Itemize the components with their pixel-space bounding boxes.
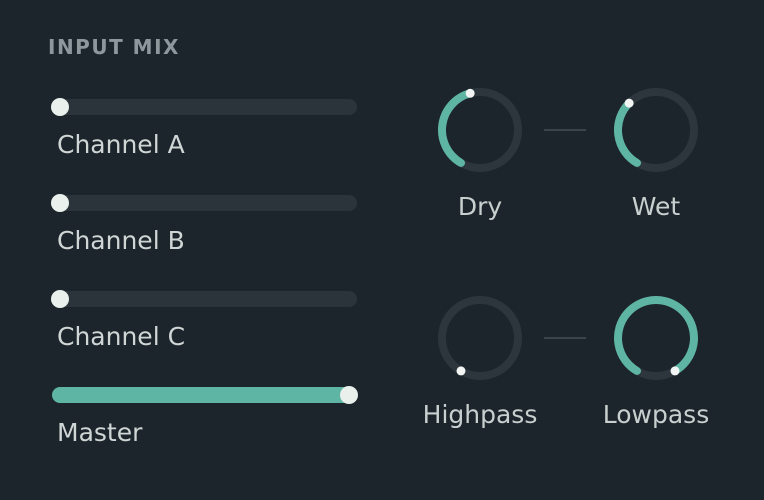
- slider-thumb[interactable]: [51, 98, 69, 116]
- knob-link-divider: [544, 129, 586, 131]
- knob-value-arc: [438, 89, 475, 167]
- wet-knob[interactable]: [611, 85, 701, 175]
- knob-value-arc: [614, 99, 641, 167]
- knob-indicator: [670, 366, 680, 376]
- lowpass-label: Lowpass: [602, 400, 710, 429]
- input-mix-panel: INPUT MIX Channel A Channel B Channel C …: [0, 0, 764, 500]
- dry-knob[interactable]: [435, 85, 525, 175]
- knob-track: [438, 296, 522, 380]
- channel-b-slider[interactable]: [51, 194, 357, 212]
- highpass-knob[interactable]: [435, 293, 525, 383]
- knob-indicator: [624, 98, 634, 108]
- knob-indicator: [465, 88, 475, 98]
- channel-b-label: Channel B: [57, 226, 185, 255]
- highpass-label: Highpass: [422, 400, 538, 429]
- lowpass-knob[interactable]: [611, 293, 701, 383]
- slider-thumb[interactable]: [51, 194, 69, 212]
- slider-track: [52, 99, 357, 115]
- slider-track: [52, 291, 357, 307]
- knob-value-arc: [614, 296, 698, 375]
- master-label: Master: [57, 418, 143, 447]
- wet-label: Wet: [631, 192, 681, 221]
- knob-indicator: [456, 366, 466, 376]
- channel-c-label: Channel C: [57, 322, 186, 351]
- dry-label: Dry: [457, 192, 503, 221]
- channel-a-label: Channel A: [57, 130, 185, 159]
- channel-a-slider[interactable]: [51, 98, 357, 116]
- section-title: INPUT MIX: [48, 35, 180, 59]
- slider-thumb[interactable]: [51, 290, 69, 308]
- channel-c-slider[interactable]: [51, 290, 357, 308]
- slider-thumb[interactable]: [340, 386, 358, 404]
- slider-fill: [52, 387, 357, 403]
- master-slider[interactable]: [52, 386, 358, 404]
- slider-track: [52, 195, 357, 211]
- knob-link-divider: [544, 337, 586, 339]
